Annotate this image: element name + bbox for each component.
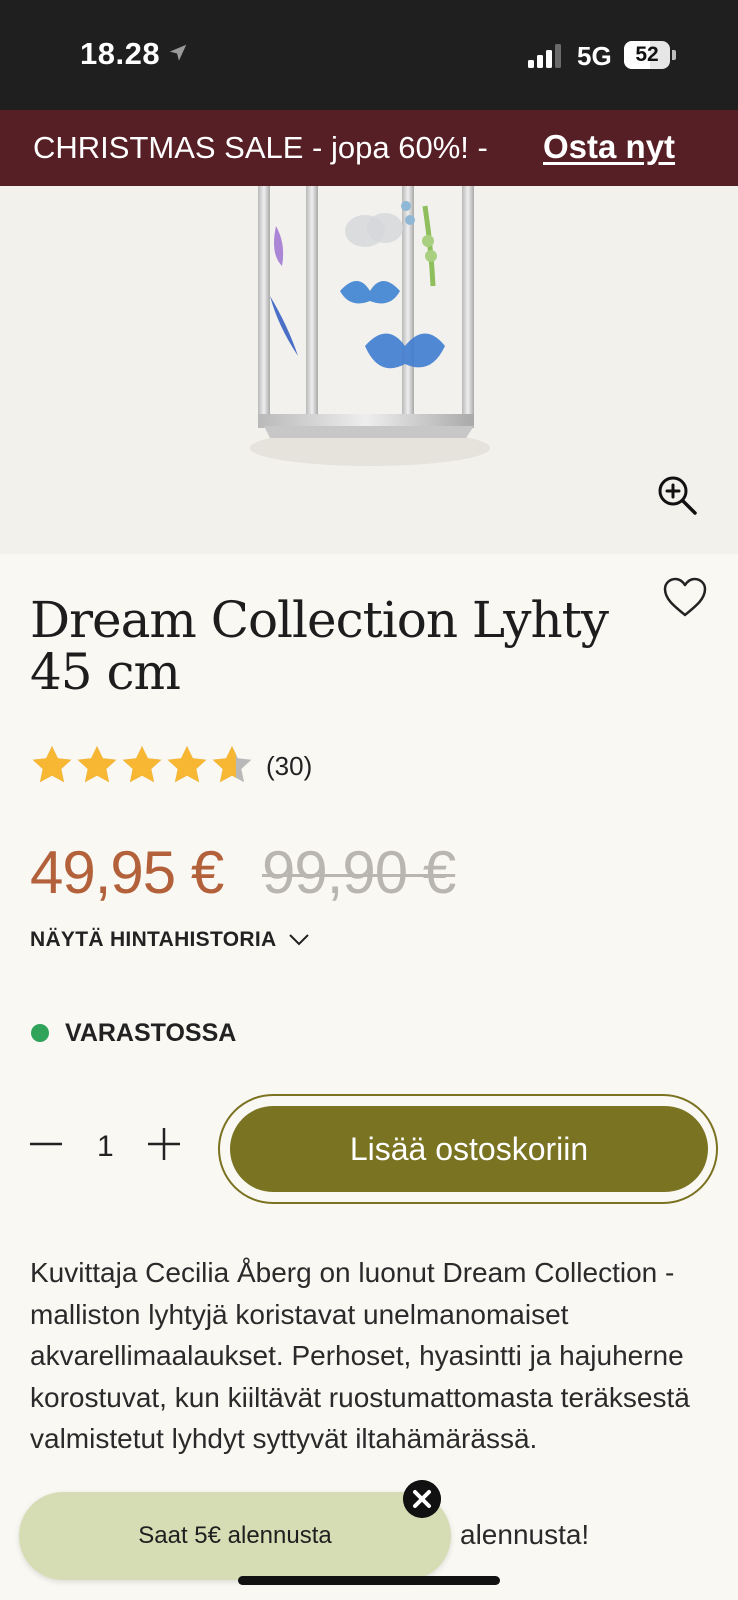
heart-icon[interactable]: [662, 576, 708, 618]
location-arrow-icon: [169, 44, 187, 61]
close-icon[interactable]: [403, 1480, 441, 1518]
star-icon: [122, 746, 162, 783]
add-to-cart-button[interactable]: Lisää ostoskoriin: [230, 1106, 708, 1192]
signal-icon: [528, 44, 561, 68]
plus-icon[interactable]: [148, 1128, 180, 1160]
home-indicator: [238, 1576, 500, 1585]
product-image[interactable]: [0, 186, 738, 554]
promo-text: CHRISTMAS SALE - jopa 60%! -: [33, 130, 488, 165]
price-history-label: NÄYTÄ HINTAHISTORIA: [30, 928, 277, 951]
status-time: 18.28: [80, 36, 161, 71]
quantity-value[interactable]: 1: [97, 1130, 114, 1164]
chevron-down-icon: [289, 934, 310, 946]
network-label: 5G: [577, 41, 612, 71]
promo-banner: CHRISTMAS SALE - jopa 60%! - Osta nyt: [0, 110, 738, 186]
star-icon: [32, 746, 72, 783]
current-price: 49,95 €: [30, 839, 224, 906]
price-history-toggle[interactable]: NÄYTÄ HINTAHISTORIA: [30, 928, 310, 952]
product-description: Kuvittaja Cecilia Åberg on luonut Dream …: [30, 1257, 690, 1454]
promo-shop-now-link[interactable]: Osta nyt: [543, 128, 675, 166]
minus-icon[interactable]: [30, 1128, 62, 1160]
discount-popup-text: Saat 5€ alennusta: [138, 1522, 332, 1549]
star-icon: [212, 746, 252, 783]
product-title: Dream Collection Lyhty 45 cm: [30, 591, 609, 701]
lantern-image: [250, 186, 490, 466]
status-bar: 18.28 5G 52: [0, 0, 738, 110]
star-icon: [167, 746, 207, 783]
battery-level: 52: [635, 43, 659, 66]
battery-icon: 52: [624, 41, 676, 69]
stock-status: VARASTOSSA: [65, 1019, 237, 1047]
star-icon: [77, 746, 117, 783]
original-price: 99,90 €: [262, 839, 456, 906]
description-partial-line: alennusta!: [460, 1519, 590, 1550]
stock-status-dot: [31, 1024, 49, 1042]
rating-stars[interactable]: [30, 744, 262, 788]
discount-popup[interactable]: Saat 5€ alennusta: [19, 1492, 451, 1580]
zoom-in-icon[interactable]: [656, 474, 698, 516]
review-count[interactable]: (30): [266, 751, 312, 782]
